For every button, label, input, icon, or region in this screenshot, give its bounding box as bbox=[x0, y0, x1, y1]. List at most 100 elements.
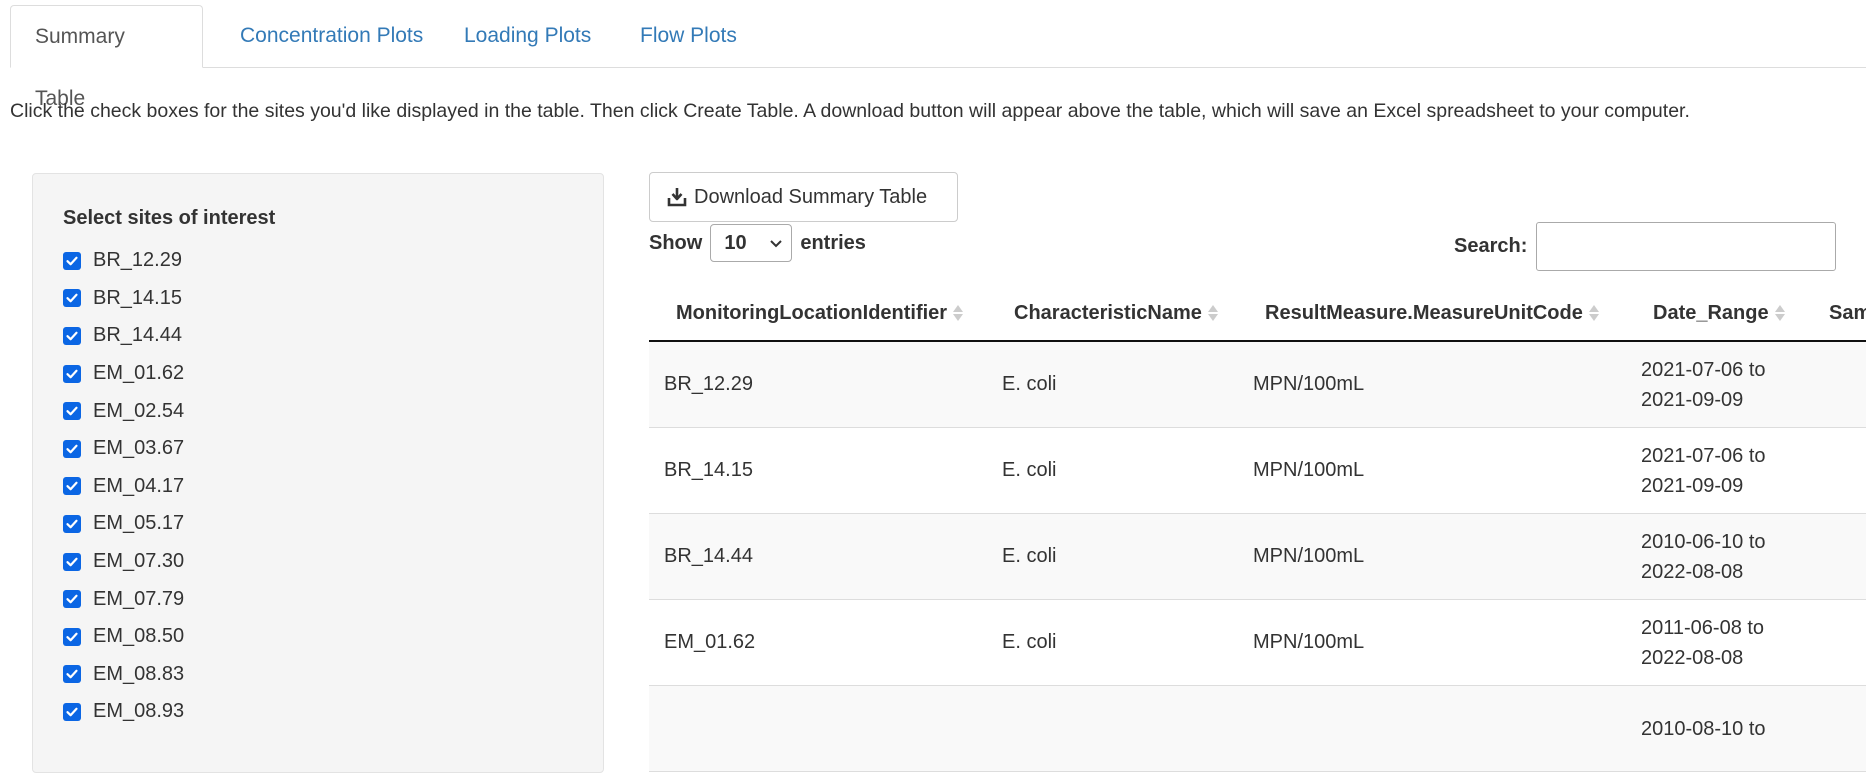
site-label: EM_01.62 bbox=[93, 362, 185, 385]
checkbox-checked-icon[interactable] bbox=[63, 251, 81, 270]
date-start: 2021-07-06 to bbox=[1641, 444, 1766, 467]
date-end: 2022-08-08 bbox=[1641, 560, 1744, 583]
cell-date-range: 2021-07-06 to 2021-09-09 bbox=[1641, 342, 1791, 427]
checkbox-checked-icon[interactable] bbox=[63, 289, 81, 308]
cell-unit: MPN/100mL bbox=[1253, 545, 1365, 567]
column-header[interactable]: MonitoringLocationIdentifier bbox=[676, 285, 964, 340]
site-label: EM_08.93 bbox=[93, 700, 185, 723]
search-label: Search: bbox=[1454, 235, 1528, 257]
site-label: EM_04.17 bbox=[93, 474, 185, 497]
column-header[interactable]: Date_Range bbox=[1653, 285, 1785, 340]
download-icon bbox=[667, 188, 687, 207]
entries-select[interactable]: 10 bbox=[710, 224, 793, 262]
site-checkbox-item[interactable]: EM_08.83 bbox=[63, 656, 184, 694]
checkbox-checked-icon[interactable] bbox=[63, 702, 81, 721]
date-start: 2010-08-10 to bbox=[1641, 717, 1766, 740]
cell-unit: MPN/100mL bbox=[1253, 631, 1365, 653]
tab-concentration-plots[interactable]: Concentration Plots bbox=[216, 5, 447, 67]
site-checkbox-item[interactable]: EM_07.79 bbox=[63, 580, 184, 618]
site-checkbox-item[interactable]: BR_12.29 bbox=[63, 242, 184, 280]
instructions-text: Click the check boxes for the sites you'… bbox=[10, 100, 1690, 122]
site-label: EM_08.50 bbox=[93, 625, 185, 648]
sort-icon bbox=[1207, 302, 1218, 324]
site-label: EM_07.30 bbox=[93, 550, 185, 573]
site-checkbox-item[interactable]: EM_08.93 bbox=[63, 693, 184, 731]
show-label: Show bbox=[649, 231, 703, 254]
site-checkbox-item[interactable]: EM_05.17 bbox=[63, 505, 184, 543]
checkbox-checked-icon[interactable] bbox=[63, 514, 81, 533]
site-checkbox-item[interactable]: BR_14.44 bbox=[63, 317, 184, 355]
download-summary-table-button[interactable]: Download Summary Table bbox=[649, 172, 958, 222]
site-checkbox-item[interactable]: BR_14.15 bbox=[63, 280, 184, 318]
cell-characteristic: E. coli bbox=[1002, 545, 1057, 567]
site-label: BR_12.29 bbox=[93, 249, 182, 272]
entries-select-value: 10 bbox=[724, 231, 747, 254]
cell-characteristic: E. coli bbox=[1002, 631, 1057, 653]
date-start: 2021-07-06 to bbox=[1641, 358, 1766, 381]
checkbox-checked-icon[interactable] bbox=[63, 552, 81, 571]
date-start: 2011-06-08 to bbox=[1641, 616, 1765, 639]
cell-site: BR_14.15 bbox=[664, 459, 753, 481]
cell-characteristic: E. coli bbox=[1002, 459, 1057, 481]
site-label: BR_14.44 bbox=[93, 324, 182, 347]
column-header-label: MonitoringLocationIdentifier bbox=[676, 301, 948, 324]
column-header[interactable]: ResultMeasure.MeasureUnitCode bbox=[1265, 285, 1599, 340]
sort-icon bbox=[1588, 302, 1599, 324]
table-row: EM_01.62 E. coli MPN/100mL 2011-06-08 to… bbox=[649, 600, 1866, 686]
cell-date-range: 2021-07-06 to 2021-09-09 bbox=[1641, 428, 1791, 513]
checkbox-checked-icon[interactable] bbox=[63, 590, 81, 609]
cell-site: EM_01.62 bbox=[664, 631, 756, 653]
site-checkbox-item[interactable]: EM_02.54 bbox=[63, 392, 184, 430]
column-header[interactable]: CharacteristicName bbox=[1014, 285, 1218, 340]
site-checkbox-item[interactable]: EM_01.62 bbox=[63, 355, 184, 393]
panel-title: Select sites of interest bbox=[63, 207, 276, 229]
checkbox-checked-icon[interactable] bbox=[63, 477, 81, 496]
site-label: EM_02.54 bbox=[93, 399, 185, 422]
table-row: 2010-08-10 to bbox=[649, 686, 1866, 772]
cell-date-range: 2011-06-08 to 2022-08-08 bbox=[1641, 600, 1791, 685]
column-header-label: ResultMeasure.MeasureUnitCode bbox=[1265, 301, 1583, 324]
checkbox-checked-icon[interactable] bbox=[63, 364, 81, 383]
site-checkbox-item[interactable]: EM_04.17 bbox=[63, 468, 184, 506]
cell-site: BR_12.29 bbox=[664, 373, 753, 395]
site-label: EM_05.17 bbox=[93, 512, 185, 535]
download-button-label: Download Summary Table bbox=[694, 185, 928, 208]
site-label: EM_08.83 bbox=[93, 662, 185, 685]
site-label: EM_07.79 bbox=[93, 587, 185, 610]
date-end: 2022-08-08 bbox=[1641, 646, 1744, 669]
cell-unit: MPN/100mL bbox=[1253, 373, 1365, 395]
chevron-down-icon bbox=[770, 240, 783, 248]
sort-icon bbox=[953, 302, 964, 324]
sort-icon bbox=[1774, 302, 1785, 324]
tab-bar: Summary Table Concentration Plots Loadin… bbox=[10, 5, 1866, 110]
cell-characteristic: E. coli bbox=[1002, 373, 1057, 395]
column-header[interactable]: Sam bbox=[1829, 285, 1866, 340]
cell-date-range: 2010-06-10 to 2022-08-08 bbox=[1641, 514, 1791, 599]
tab-summary-table[interactable]: Summary Table bbox=[10, 5, 203, 110]
length-control: Show 10 entries bbox=[649, 223, 866, 263]
date-end: 2021-09-09 bbox=[1641, 474, 1744, 497]
site-checkbox-item[interactable]: EM_07.30 bbox=[63, 543, 184, 581]
tab-loading-plots[interactable]: Loading Plots bbox=[440, 5, 615, 67]
cell-site: BR_14.44 bbox=[664, 545, 753, 567]
column-header-label: Date_Range bbox=[1653, 301, 1769, 324]
summary-table: MonitoringLocationIdentifier Characteris… bbox=[649, 285, 1866, 772]
date-start: 2010-06-10 to bbox=[1641, 530, 1766, 553]
checkbox-checked-icon[interactable] bbox=[63, 402, 81, 421]
checkbox-checked-icon[interactable] bbox=[63, 665, 81, 684]
site-checkbox-list: BR_12.29 BR_14.15 BR_14.44 EM_01.62 EM_0… bbox=[63, 242, 184, 731]
search-input[interactable] bbox=[1536, 222, 1836, 271]
site-selection-panel: Select sites of interest BR_12.29 BR_14.… bbox=[32, 173, 604, 773]
checkbox-checked-icon[interactable] bbox=[63, 326, 81, 345]
site-label: EM_03.67 bbox=[93, 437, 185, 460]
table-row: BR_12.29 E. coli MPN/100mL 2021-07-06 to… bbox=[649, 342, 1866, 428]
table-row: BR_14.44 E. coli MPN/100mL 2010-06-10 to… bbox=[649, 514, 1866, 600]
checkbox-checked-icon[interactable] bbox=[63, 627, 81, 646]
table-header: MonitoringLocationIdentifier Characteris… bbox=[649, 285, 1866, 342]
tab-flow-plots[interactable]: Flow Plots bbox=[616, 5, 761, 67]
cell-date-range: 2010-08-10 to bbox=[1641, 686, 1791, 771]
checkbox-checked-icon[interactable] bbox=[63, 439, 81, 458]
date-end: 2021-09-09 bbox=[1641, 388, 1744, 411]
site-checkbox-item[interactable]: EM_08.50 bbox=[63, 618, 184, 656]
site-checkbox-item[interactable]: EM_03.67 bbox=[63, 430, 184, 468]
